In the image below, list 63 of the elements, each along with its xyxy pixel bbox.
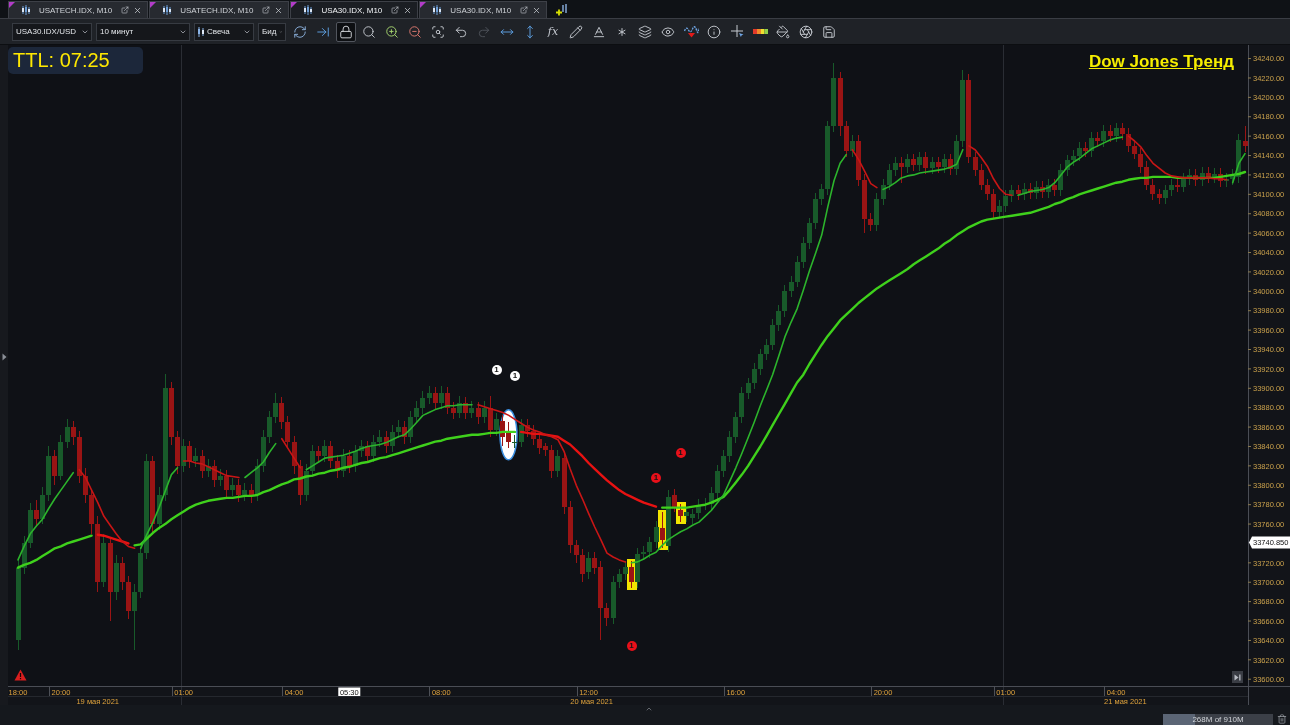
wave-indicator-icon bbox=[683, 25, 699, 38]
magnifier-icon bbox=[362, 24, 376, 39]
countdown-timer: TTL: 07:25 bbox=[8, 47, 143, 74]
lock-icon bbox=[339, 24, 353, 39]
bar-chart-icon bbox=[162, 5, 173, 15]
text-baseline-icon bbox=[592, 24, 606, 39]
chart-tab[interactable]: USA30.IDX, M10 bbox=[290, 1, 419, 18]
layers-icon bbox=[638, 24, 652, 39]
expand-arrow-icon[interactable] bbox=[1, 353, 7, 361]
close-icon[interactable] bbox=[274, 5, 284, 15]
color-bar-icon bbox=[752, 29, 768, 34]
bar-chart-icon bbox=[432, 5, 443, 15]
info-icon bbox=[707, 24, 721, 39]
pop-out-icon[interactable] bbox=[391, 6, 400, 14]
close-icon[interactable] bbox=[532, 5, 542, 15]
close-icon[interactable] bbox=[403, 5, 413, 15]
signal-badge: 1 bbox=[675, 448, 686, 459]
memory-bar[interactable]: 268M of 910M bbox=[1163, 713, 1273, 725]
skip-end-icon bbox=[1234, 673, 1241, 681]
chart-tab[interactable]: USATECH.IDX, M10 bbox=[8, 1, 149, 18]
lock-button[interactable] bbox=[336, 21, 356, 42]
signal-badge: 1 bbox=[491, 364, 502, 375]
signal-badge: 1 bbox=[651, 473, 662, 484]
pop-out-icon[interactable] bbox=[262, 6, 271, 14]
zoom-out-icon bbox=[408, 24, 422, 39]
bar-chart-icon bbox=[21, 5, 31, 15]
corner-flag-icon bbox=[420, 2, 427, 8]
add-chart-icon[interactable] bbox=[556, 3, 569, 16]
corner-flag-icon bbox=[9, 2, 15, 8]
bar-chart-icon bbox=[303, 5, 314, 15]
chart-type-dropdown[interactable]: Свеча bbox=[194, 22, 254, 41]
eye-icon bbox=[661, 24, 675, 39]
trash-icon[interactable] bbox=[1277, 714, 1287, 724]
formula-button[interactable]: fx bbox=[543, 21, 563, 42]
candle bbox=[1243, 126, 1248, 152]
paint-bucket-icon bbox=[776, 24, 790, 39]
crosshair-icon bbox=[730, 25, 744, 38]
pop-out-icon[interactable] bbox=[121, 6, 130, 14]
corner-flag-icon bbox=[150, 2, 157, 8]
chart-title: Dow Jones Тренд bbox=[1088, 52, 1234, 72]
chart-tab[interactable]: USA30.IDX, M10 bbox=[419, 1, 548, 18]
scroll-end-button[interactable] bbox=[1232, 671, 1243, 683]
undo-icon bbox=[454, 24, 468, 39]
chart-tab[interactable]: USATECH.IDX, M10 bbox=[149, 1, 290, 18]
collapse-caret-icon[interactable] bbox=[645, 705, 653, 713]
candle-glyph-icon bbox=[198, 26, 204, 37]
close-icon[interactable] bbox=[133, 5, 143, 15]
pencil-icon bbox=[569, 24, 583, 39]
corner-flag-icon bbox=[291, 2, 298, 8]
aperture-icon bbox=[799, 24, 813, 39]
warning-icon[interactable] bbox=[14, 669, 27, 681]
signal-badge: 1 bbox=[509, 370, 520, 381]
signal-badge: 1 bbox=[626, 641, 637, 652]
redo-icon bbox=[477, 24, 491, 39]
price-side-dropdown[interactable]: Бид bbox=[258, 22, 286, 41]
save-icon bbox=[822, 24, 836, 39]
period-dropdown[interactable]: 10 минут bbox=[96, 22, 190, 41]
arrow-to-line-icon bbox=[316, 24, 330, 39]
zoom-in-icon bbox=[385, 24, 399, 39]
refresh-icon bbox=[293, 24, 307, 39]
instrument-dropdown[interactable]: USA30.IDX/USD bbox=[12, 22, 92, 41]
scan-magnifier-icon bbox=[431, 24, 445, 39]
pop-out-icon[interactable] bbox=[520, 6, 529, 14]
